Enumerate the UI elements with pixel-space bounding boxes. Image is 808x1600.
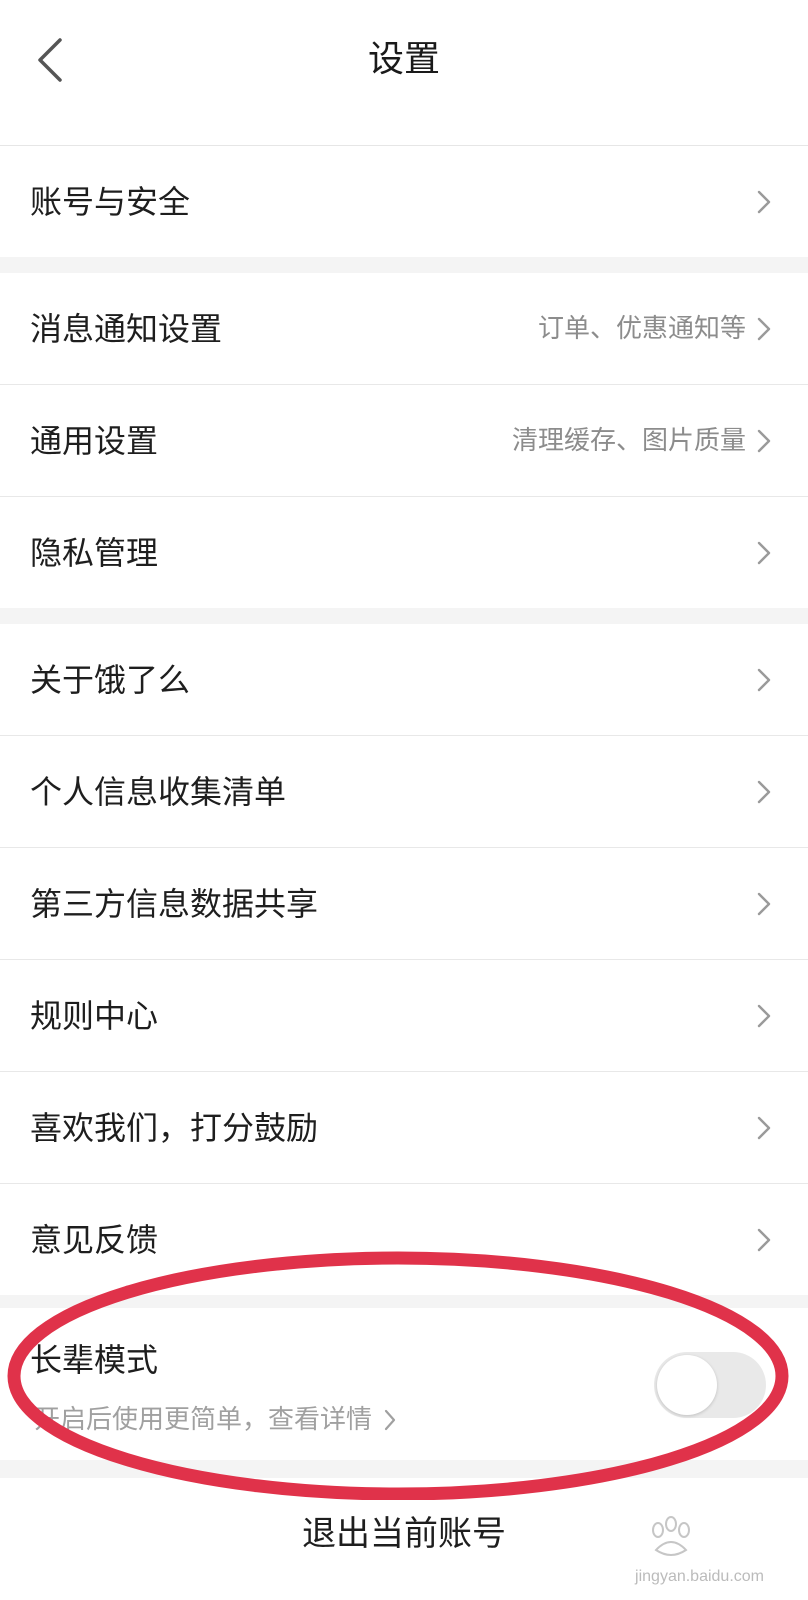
toggle-knob: [657, 1355, 717, 1415]
page-title: 设置: [367, 39, 440, 80]
logout-button[interactable]: 退出当前账号: [302, 1510, 506, 1558]
settings-item-label: 意见反馈: [30, 1220, 159, 1259]
settings-group-general: 消息通知设置 订单、优惠通知等 通用设置 清理缓存、图片质量 隐私管理: [0, 273, 808, 608]
elder-mode-toggle[interactable]: [654, 1352, 766, 1418]
chevron-right-icon: [754, 186, 774, 218]
settings-item-about[interactable]: 关于饿了么: [0, 624, 808, 736]
settings-item-label: 通用设置: [30, 421, 159, 460]
elder-mode-details-link[interactable]: 开启后使用更简单，查看详情: [34, 1402, 396, 1438]
settings-item-label: 隐私管理: [30, 533, 159, 572]
chevron-right-icon: [754, 888, 774, 920]
settings-item-rate-us[interactable]: 喜欢我们，打分鼓励: [0, 1072, 808, 1184]
elder-mode-subtitle: 开启后使用更简单，查看详情: [34, 1405, 373, 1435]
settings-item-rules-center[interactable]: 规则中心: [0, 960, 808, 1072]
settings-item-account-security[interactable]: 账号与安全: [0, 146, 808, 257]
settings-item-label: 关于饿了么: [30, 660, 191, 699]
chevron-right-icon: [754, 664, 774, 696]
chevron-right-icon: [754, 537, 774, 569]
settings-item-label: 第三方信息数据共享: [30, 884, 319, 923]
chevron-right-icon: [754, 425, 774, 457]
settings-item-hint: 订单、优惠通知等: [537, 313, 746, 344]
logout-section: 退出当前账号: [0, 1478, 808, 1600]
settings-item-general[interactable]: 通用设置 清理缓存、图片质量: [0, 385, 808, 497]
settings-item-personal-info-list[interactable]: 个人信息收集清单: [0, 736, 808, 848]
elder-mode-title: 长辈模式: [30, 1341, 159, 1379]
chevron-right-icon: [384, 1409, 396, 1431]
settings-item-label: 规则中心: [30, 996, 159, 1035]
settings-item-feedback[interactable]: 意见反馈: [0, 1184, 808, 1295]
nav-bar: 设置: [0, 0, 808, 146]
chevron-right-icon: [754, 1224, 774, 1256]
chevron-right-icon: [754, 1000, 774, 1032]
chevron-right-icon: [754, 776, 774, 808]
elder-mode-section: 长辈模式 开启后使用更简单，查看详情: [0, 1308, 808, 1460]
settings-group-about: 关于饿了么 个人信息收集清单 第三方信息数据共享 规则中心 喜欢我们，打分鼓励 …: [0, 624, 808, 1295]
settings-item-label: 账号与安全: [30, 182, 191, 221]
settings-item-notifications[interactable]: 消息通知设置 订单、优惠通知等: [0, 273, 808, 385]
settings-item-third-party-sharing[interactable]: 第三方信息数据共享: [0, 848, 808, 960]
chevron-right-icon: [754, 1112, 774, 1144]
chevron-right-icon: [754, 313, 774, 345]
settings-item-label: 喜欢我们，打分鼓励: [30, 1108, 319, 1147]
settings-group-account: 账号与安全: [0, 146, 808, 257]
settings-item-privacy[interactable]: 隐私管理: [0, 497, 808, 608]
settings-item-label: 消息通知设置: [30, 309, 223, 348]
settings-item-label: 个人信息收集清单: [30, 772, 287, 811]
settings-item-hint: 清理缓存、图片质量: [511, 425, 746, 456]
